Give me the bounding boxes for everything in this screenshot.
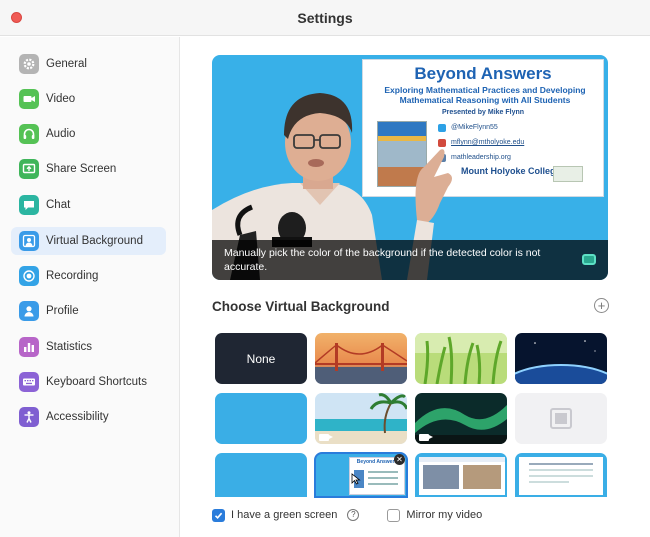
video-preview: Beyond Answers Exploring Mathematical Pr… [212, 55, 608, 280]
background-thumb-aurora[interactable] [415, 393, 507, 444]
keyboard-icon [19, 372, 39, 392]
checkmark-icon [214, 512, 223, 519]
window-title: Settings [297, 10, 353, 26]
none-label: None [246, 351, 276, 366]
sidebar-item-label: General [46, 58, 87, 70]
sidebar-item-label: Chat [46, 199, 71, 211]
headphones-icon [19, 124, 39, 144]
person-icon [19, 301, 39, 321]
film-strip-icon [550, 408, 572, 429]
green-screen-label: I have a green screen [231, 509, 338, 521]
sidebar-item-label: Keyboard Shortcuts [46, 376, 148, 388]
share-screen-icon [19, 159, 39, 179]
slide-thumbnail [519, 457, 603, 495]
background-thumb-video-placeholder[interactable] [515, 393, 607, 444]
sidebar-item-share-screen[interactable]: Share Screen [11, 155, 166, 183]
sidebar-item-label: Share Screen [46, 163, 117, 175]
background-thumb-golden-gate[interactable] [315, 333, 407, 384]
grass-image [415, 333, 507, 384]
background-thumb-slide[interactable] [515, 453, 607, 497]
gear-icon [19, 54, 39, 74]
sidebar-item-label: Accessibility [46, 411, 109, 423]
sidebar-item-accessibility[interactable]: Accessibility [11, 403, 166, 431]
sidebar-item-label: Statistics [46, 341, 93, 353]
choose-background-heading: Choose Virtual Background [212, 299, 390, 314]
background-thumb-classroom-slide[interactable] [415, 453, 507, 497]
background-options: I have a green screen ? Mirror my video [212, 507, 482, 523]
earth-from-space-image [515, 333, 607, 384]
sidebar-item-video[interactable]: Video [11, 85, 166, 113]
background-thumb-grass[interactable] [415, 333, 507, 384]
sidebar-item-label: Virtual Background [46, 235, 143, 247]
sidebar-item-label: Recording [46, 270, 99, 282]
color-pick-hint-text: Manually pick the color of the backgroun… [224, 247, 541, 273]
background-thumb-blue[interactable] [215, 393, 307, 444]
green-screen-checkbox[interactable] [212, 508, 225, 522]
pick-color-button[interactable] [582, 254, 596, 265]
sidebar-item-label: Audio [46, 128, 76, 140]
bar-chart-icon [19, 337, 39, 357]
mirror-video-checkbox[interactable] [387, 508, 401, 522]
video-icon [319, 434, 333, 441]
sidebar-item-label: Video [46, 93, 76, 105]
background-thumb-earth[interactable] [515, 333, 607, 384]
sidebar-item-chat[interactable]: Chat [11, 191, 166, 219]
record-icon [19, 266, 39, 286]
cursor-icon [351, 473, 361, 485]
video-camera-icon [19, 89, 39, 109]
delete-background-button[interactable]: ✕ [394, 454, 405, 465]
background-thumb-blue-2[interactable] [215, 453, 307, 497]
plus-icon: + [597, 298, 606, 313]
background-thumb-none[interactable]: None [215, 333, 307, 384]
background-thumb-beyond-answers[interactable]: Beyond Answers ✕ [314, 452, 408, 498]
settings-sidebar: General Video Audio Share Screen Chat Vi… [0, 37, 180, 537]
slide-thumbnail [419, 457, 505, 495]
add-background-button[interactable]: + [594, 298, 609, 313]
title-bar: Settings [0, 0, 650, 36]
sidebar-item-statistics[interactable]: Statistics [11, 333, 166, 361]
golden-gate-image [315, 333, 407, 384]
chat-bubble-icon [19, 195, 39, 215]
accessibility-icon [19, 407, 39, 427]
classroom-photo [423, 465, 459, 489]
sidebar-item-audio[interactable]: Audio [11, 120, 166, 148]
sidebar-item-general[interactable]: General [11, 50, 166, 78]
color-pick-hint-bar: Manually pick the color of the backgroun… [212, 240, 608, 280]
sidebar-item-profile[interactable]: Profile [11, 297, 166, 325]
background-thumb-beach[interactable] [315, 393, 407, 444]
sidebar-item-virtual-background[interactable]: Virtual Background [11, 227, 166, 255]
sidebar-item-label: Profile [46, 305, 79, 317]
person-background-icon [19, 231, 39, 251]
classroom-photo [463, 465, 501, 489]
help-icon[interactable]: ? [347, 509, 360, 521]
video-icon [419, 434, 433, 441]
sidebar-item-recording[interactable]: Recording [11, 262, 166, 290]
virtual-background-panel: Beyond Answers Exploring Mathematical Pr… [181, 37, 650, 537]
sidebar-item-keyboard-shortcuts[interactable]: Keyboard Shortcuts [11, 368, 166, 396]
mirror-video-label: Mirror my video [406, 509, 483, 521]
